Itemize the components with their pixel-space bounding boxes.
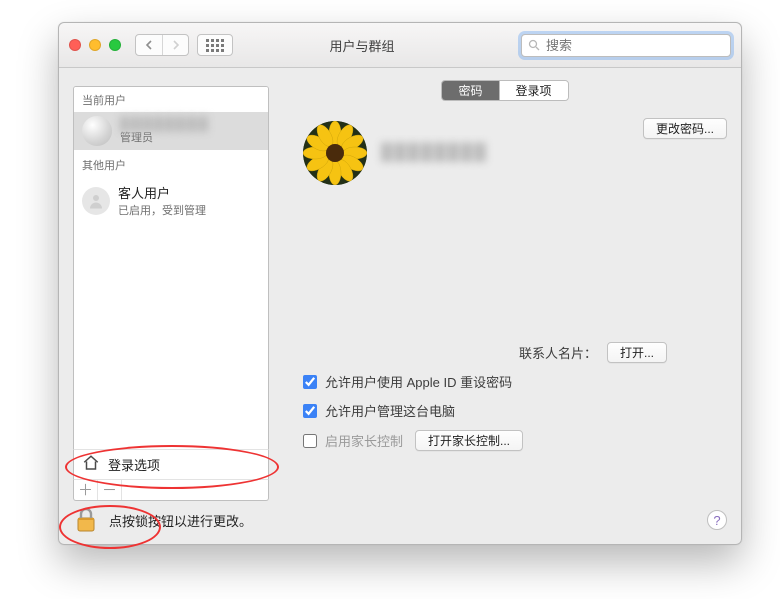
guest-user-row[interactable]: 客人用户 已启用，受到管理 <box>74 179 268 222</box>
profile-full-name: ████████ <box>381 144 488 162</box>
allow-appleid-reset-checkbox[interactable] <box>303 375 317 389</box>
allow-appleid-reset-row[interactable]: 允许用户使用 Apple ID 重设密码 <box>303 372 523 391</box>
footer: 点按锁按钮以进行更改。 ? <box>73 506 727 534</box>
forward-button[interactable] <box>162 35 188 55</box>
zoom-window-button[interactable] <box>109 39 121 51</box>
allow-admin-row[interactable]: 允许用户管理这台电脑 <box>303 401 523 420</box>
login-options-label: 登录选项 <box>108 455 160 474</box>
help-button[interactable]: ? <box>707 510 727 530</box>
allow-appleid-reset-label: 允许用户使用 Apple ID 重设密码 <box>325 372 512 391</box>
guest-avatar-icon <box>82 187 110 215</box>
search-input[interactable] <box>544 37 724 54</box>
nav-back-forward[interactable] <box>135 34 189 56</box>
lock-icon <box>75 507 97 533</box>
current-user-role: 管理员 <box>120 131 210 145</box>
close-window-button[interactable] <box>69 39 81 51</box>
other-users-header: 其他用户 <box>74 152 268 177</box>
current-user-row[interactable]: ████████ 管理员 <box>74 112 268 150</box>
change-password-button[interactable]: 更改密码... <box>643 118 727 139</box>
tabs: 密码 登录项 <box>283 80 727 101</box>
show-all-button[interactable] <box>197 34 233 56</box>
lock-button[interactable] <box>73 506 99 534</box>
main-panel: 密码 登录项 <box>283 76 727 502</box>
allow-admin-label: 允许用户管理这台电脑 <box>325 401 455 420</box>
add-user-button[interactable]: ＋ <box>74 480 98 500</box>
parental-controls-row: 启用家长控制 打开家长控制... <box>303 430 523 451</box>
tab-password[interactable]: 密码 <box>442 81 498 100</box>
titlebar: 用户与群组 <box>59 23 741 68</box>
search-icon <box>528 39 540 51</box>
current-user-name: ████████ <box>120 117 210 131</box>
contacts-card-row: 联系人名片： 打开... <box>519 342 667 363</box>
users-sidebar: 当前用户 ████████ 管理员 其他用户 客人用户 已启用，受到管理 <box>73 86 269 454</box>
minimize-window-button[interactable] <box>89 39 101 51</box>
window-body: 当前用户 ████████ 管理员 其他用户 客人用户 已启用，受到管理 <box>59 68 741 544</box>
lock-hint-text: 点按锁按钮以进行更改。 <box>109 511 252 530</box>
parental-controls-label: 启用家长控制 <box>325 431 403 450</box>
allow-admin-checkbox[interactable] <box>303 404 317 418</box>
parental-controls-checkbox[interactable] <box>303 434 317 448</box>
add-remove-bar: ＋ － <box>73 479 269 501</box>
profile-picture[interactable] <box>303 121 367 185</box>
remove-user-button[interactable]: － <box>98 480 122 500</box>
open-contacts-button[interactable]: 打开... <box>607 342 667 363</box>
back-button[interactable] <box>136 35 162 55</box>
options-list: 允许用户使用 Apple ID 重设密码 允许用户管理这台电脑 启用家长控制 打… <box>303 372 523 451</box>
search-field[interactable] <box>521 34 731 57</box>
guest-user-name: 客人用户 <box>118 183 206 202</box>
tab-login-items[interactable]: 登录项 <box>499 81 568 100</box>
window-title: 用户与群组 <box>233 36 521 55</box>
guest-user-status: 已启用，受到管理 <box>118 202 206 218</box>
current-user-header: 当前用户 <box>74 87 268 112</box>
users-groups-window: 用户与群组 当前用户 ████████ 管理员 其他用户 <box>58 22 742 545</box>
window-controls <box>69 39 121 51</box>
open-parental-controls-button[interactable]: 打开家长控制... <box>415 430 523 451</box>
user-avatar-icon <box>82 116 112 146</box>
login-options-row[interactable]: 登录选项 <box>73 449 269 479</box>
house-icon <box>82 454 100 475</box>
contacts-card-label: 联系人名片： <box>519 343 597 362</box>
